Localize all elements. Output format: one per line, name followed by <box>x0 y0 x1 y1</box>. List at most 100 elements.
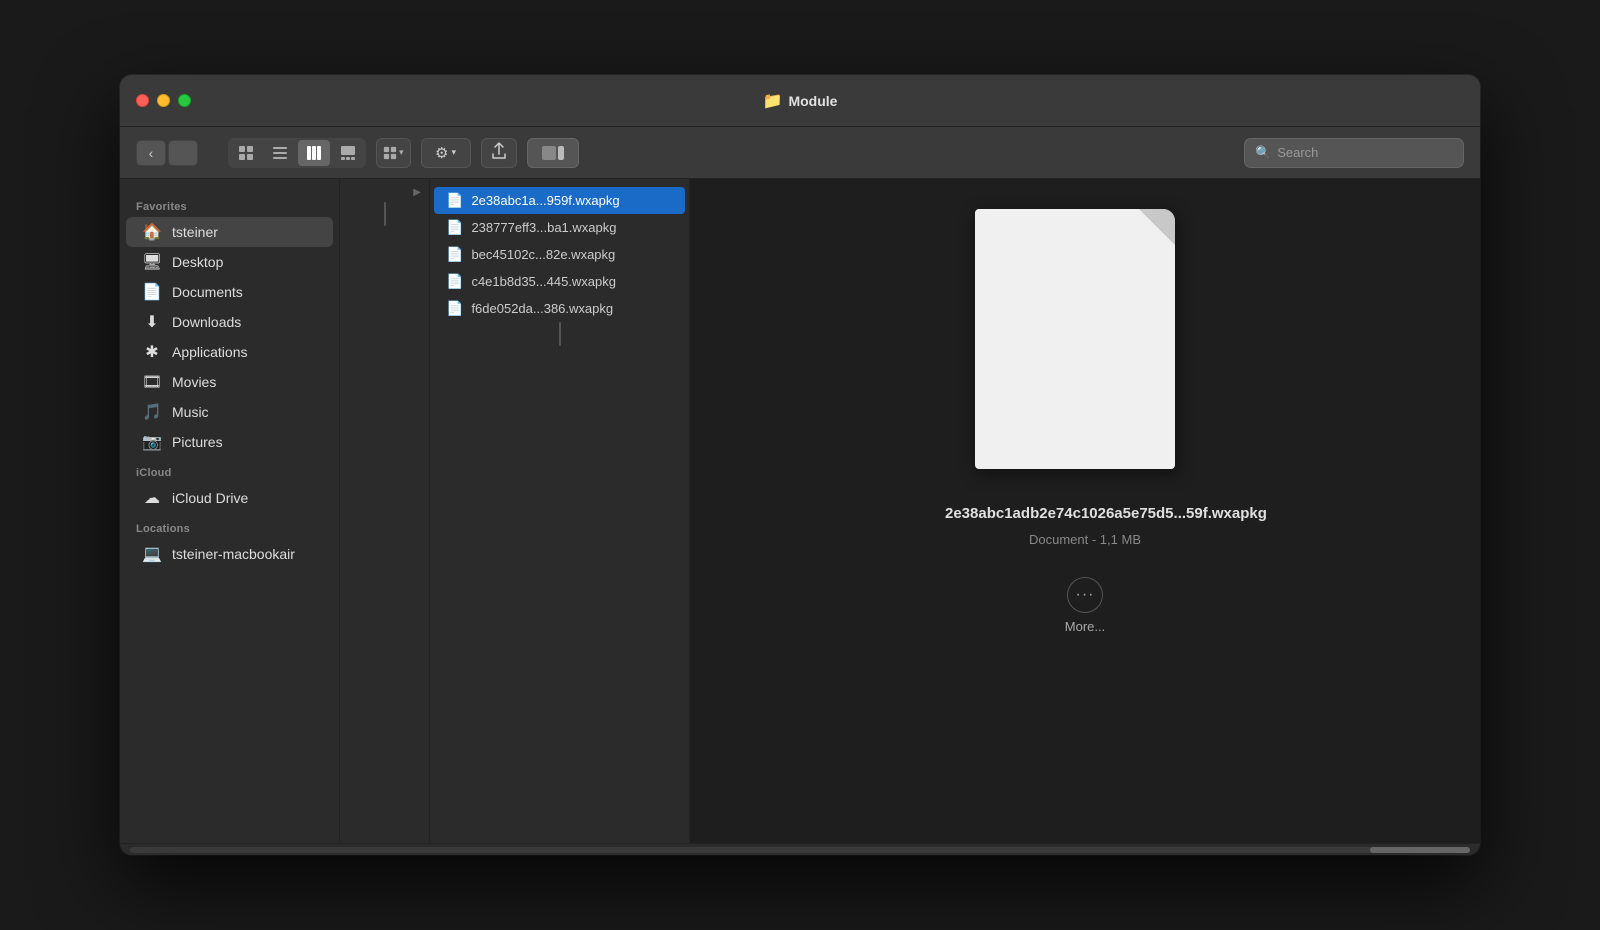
view-icon-button[interactable] <box>230 140 262 166</box>
sidebar-item-documents[interactable]: 📄 Documents <box>126 277 333 307</box>
window-title: Module <box>788 93 837 109</box>
gear-icon: ⚙ <box>435 144 448 162</box>
col1-arrow: ▶ <box>340 179 429 202</box>
document-page <box>975 209 1175 469</box>
share-button[interactable] <box>481 138 517 168</box>
columns-area: ▶ 📄 2e38abc1a...959f.wxapkg 📄 238777eff3… <box>340 179 1480 843</box>
forward-icon: › <box>181 145 186 161</box>
view-list-button[interactable] <box>264 140 296 166</box>
minimize-button[interactable] <box>157 94 170 107</box>
icloud-label: iCloud <box>120 457 339 483</box>
sidebar-item-downloads[interactable]: ⬇ Downloads <box>126 307 333 337</box>
locations-label: Locations <box>120 513 339 539</box>
icloud-icon: ☁ <box>142 488 162 508</box>
column-2: 📄 2e38abc1a...959f.wxapkg 📄 238777eff3..… <box>430 179 690 843</box>
file-preview-icon <box>975 209 1195 479</box>
sidebar-item-desktop[interactable]: 🖥 Desktop <box>126 247 333 277</box>
file-item-4[interactable]: 📄 c4e1b8d35...445.wxapkg <box>434 268 685 295</box>
scrollbar-area <box>120 843 1480 855</box>
sidebar-item-applications[interactable]: ✱ Applications <box>126 337 333 367</box>
sidebar-item-label: Pictures <box>172 434 223 450</box>
sidebar-item-icloud-drive[interactable]: ☁ iCloud Drive <box>126 483 333 513</box>
col1-resize-handle[interactable] <box>384 202 386 226</box>
favorites-label: Favorites <box>120 191 339 217</box>
col1-bottom <box>340 202 429 222</box>
gear-chevron-icon: ▾ <box>451 147 456 158</box>
file-icon-2: 📄 <box>446 219 463 236</box>
sidebar-item-pictures[interactable]: 📷 Pictures <box>126 427 333 457</box>
view-controls <box>228 138 366 168</box>
more-button[interactable]: ··· More... <box>1065 577 1105 634</box>
preview-panel: 2e38abc1adb2e74c1026a5e75d5...59f.wxapkg… <box>690 179 1480 843</box>
preview-meta: Document - 1,1 MB <box>1029 532 1141 547</box>
sidebar-item-label: Music <box>172 404 209 420</box>
file-item-2[interactable]: 📄 238777eff3...ba1.wxapkg <box>434 214 685 241</box>
sidebar-item-macbook[interactable]: 💻 tsteiner-macbookair <box>126 539 333 569</box>
preview-filename: 2e38abc1adb2e74c1026a5e75d5...59f.wxapkg <box>945 503 1225 524</box>
column-1: ▶ <box>340 179 430 843</box>
applications-icon: ✱ <box>142 342 162 362</box>
sidebar-item-label: Documents <box>172 284 243 300</box>
horizontal-scrollbar[interactable] <box>130 847 1470 853</box>
main-content: Favorites 🏠 tsteiner 🖥 Desktop 📄 Documen… <box>120 179 1480 843</box>
search-input[interactable] <box>1277 145 1453 160</box>
home-icon: 🏠 <box>142 222 162 242</box>
titlebar: 📁 Module <box>120 75 1480 127</box>
search-icon: 🔍 <box>1255 145 1271 161</box>
title-folder-icon: 📁 <box>763 91 783 111</box>
file-icon-3: 📄 <box>446 246 463 263</box>
more-label: More... <box>1065 619 1105 634</box>
view-gallery-button[interactable] <box>332 140 364 166</box>
search-bar[interactable]: 🔍 <box>1244 138 1464 168</box>
arrow-right-icon: ▶ <box>413 187 421 198</box>
preview-toggle-button[interactable] <box>527 138 579 168</box>
traffic-lights <box>136 94 191 107</box>
view-options-dropdown[interactable]: ▾ <box>376 138 411 168</box>
action-gear-button[interactable]: ⚙ ▾ <box>421 138 471 168</box>
downloads-icon: ⬇ <box>142 312 162 332</box>
desktop-icon: 🖥 <box>142 252 162 272</box>
nav-buttons: ‹ › <box>136 140 198 166</box>
back-button[interactable]: ‹ <box>136 140 166 166</box>
file-item-1[interactable]: 📄 2e38abc1a...959f.wxapkg <box>434 187 685 214</box>
file-icon-4: 📄 <box>446 273 463 290</box>
doc-corner <box>1139 209 1175 245</box>
sidebar-item-label: iCloud Drive <box>172 490 248 506</box>
file-label-4: c4e1b8d35...445.wxapkg <box>471 274 616 289</box>
sidebar-item-tsteiner[interactable]: 🏠 tsteiner <box>126 217 333 247</box>
sidebar-item-label: Downloads <box>172 314 241 330</box>
sidebar-item-music[interactable]: 🎵 Music <box>126 397 333 427</box>
file-label-5: f6de052da...386.wxapkg <box>471 301 613 316</box>
close-button[interactable] <box>136 94 149 107</box>
more-circle-icon: ··· <box>1067 577 1103 613</box>
file-item-5[interactable]: 📄 f6de052da...386.wxapkg <box>434 295 685 322</box>
sidebar-item-movies[interactable]: 🎞 Movies <box>126 367 333 397</box>
file-label-1: 2e38abc1a...959f.wxapkg <box>471 193 619 208</box>
sidebar-item-label: Desktop <box>172 254 223 270</box>
col2-resize-handle[interactable] <box>559 322 561 346</box>
movies-icon: 🎞 <box>142 372 162 392</box>
documents-icon: 📄 <box>142 282 162 302</box>
forward-button[interactable]: › <box>168 140 198 166</box>
music-icon: 🎵 <box>142 402 162 422</box>
dropdown-chevron: ▾ <box>399 147 404 158</box>
scrollbar-thumb[interactable] <box>1370 847 1470 853</box>
sidebar-item-label: Movies <box>172 374 216 390</box>
file-icon-5: 📄 <box>446 300 463 317</box>
file-label-3: bec45102c...82e.wxapkg <box>471 247 615 262</box>
sidebar-item-label: tsteiner-macbookair <box>172 546 295 562</box>
computer-icon: 💻 <box>142 544 162 564</box>
maximize-button[interactable] <box>178 94 191 107</box>
view-column-button[interactable] <box>298 140 330 166</box>
sidebar-item-label: tsteiner <box>172 224 218 240</box>
file-item-3[interactable]: 📄 bec45102c...82e.wxapkg <box>434 241 685 268</box>
col2-bottom <box>430 322 689 342</box>
sidebar-item-label: Applications <box>172 344 248 360</box>
sidebar: Favorites 🏠 tsteiner 🖥 Desktop 📄 Documen… <box>120 179 340 843</box>
file-label-2: 238777eff3...ba1.wxapkg <box>471 220 616 235</box>
back-icon: ‹ <box>149 145 154 161</box>
toolbar: ‹ › ▾ ⚙ ▾ <box>120 127 1480 179</box>
share-icon <box>491 142 507 164</box>
window-title-area: 📁 Module <box>763 91 838 111</box>
finder-window: 📁 Module ‹ › <box>120 75 1480 855</box>
